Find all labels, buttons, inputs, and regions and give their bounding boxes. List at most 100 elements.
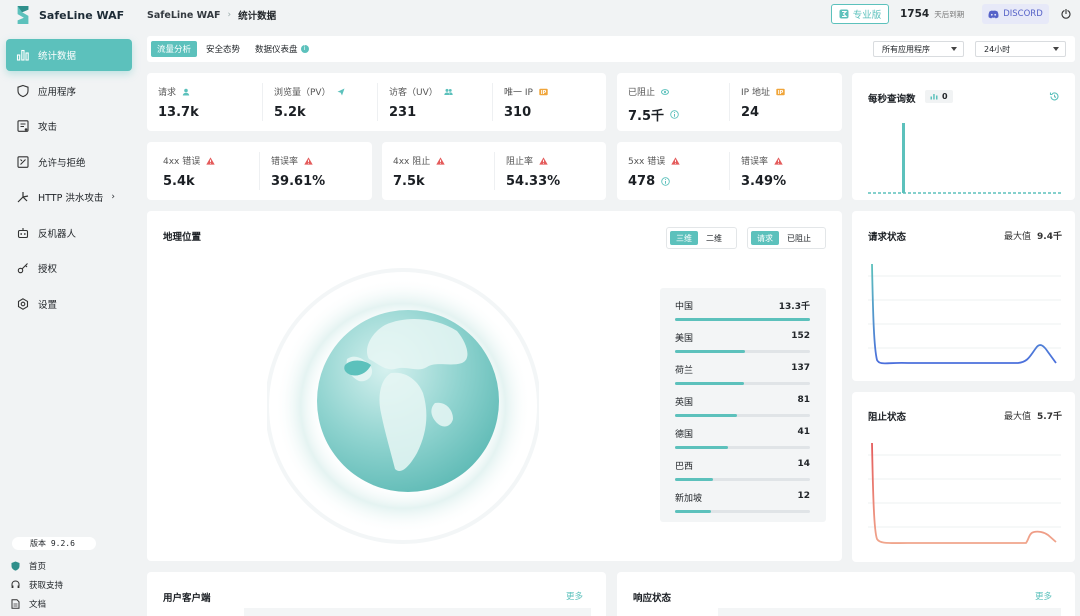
country-bar-fill [675,414,738,417]
tab-security-posture[interactable]: 安全态势 [200,41,246,57]
app-logo[interactable]: SafeLine WAF [14,4,124,26]
divider [377,83,378,121]
sidebar-item-license[interactable]: 授权 [6,252,132,284]
geo-title: 地理位置 [163,232,202,243]
ip-badge-icon: IP [776,88,785,96]
user-clients-card: 用户客户端 更多 [147,572,606,616]
country-name: 英国 [675,398,694,408]
sidebar-item-label: 反机器人 [38,228,77,240]
footer-link-support[interactable]: 获取支持 [11,575,63,594]
license-expiry: 1754 天后到期 [900,8,964,20]
error-5xx-card: 5xx 错误 478 错误率 3.49% [617,142,842,200]
country-name: 美国 [675,334,694,344]
country-bar [675,318,810,321]
svg-text:IP: IP [541,90,547,96]
response-status-more-link[interactable]: 更多 [1035,590,1052,602]
info-icon[interactable] [670,110,679,119]
country-name: 荷兰 [675,366,694,376]
country-value: 41 [797,427,810,437]
country-bar-fill [675,446,728,449]
geo-row-usa[interactable]: 美国 152 [675,331,810,363]
sidebar-item-http-flood[interactable]: HTTP 洪水攻击 › [6,181,132,213]
tab-traffic-analysis[interactable]: 流量分析 [151,41,198,57]
bot-icon [17,227,29,238]
max-label: 最大值 [1004,232,1032,242]
stat-value: 54.33% [506,174,561,189]
pro-edition-button[interactable]: 专业版 [831,4,889,24]
toggle-requests[interactable]: 请求 [751,231,779,245]
geo-row-netherlands[interactable]: 荷兰 137 [675,363,810,395]
stat-value: 5.2k [274,105,306,120]
footer-link-docs[interactable]: 文档 [11,594,63,613]
stat-label: 阻止率 [506,157,534,167]
country-value: 14 [797,459,810,469]
caret-down-icon [951,47,957,51]
qps-title: 每秒查询数 [868,94,916,105]
country-value: 137 [791,363,810,373]
time-range-select[interactable]: 24小时 [975,41,1066,57]
stat-label: 已阻止 [628,88,656,98]
sidebar-nav: 统计数据 应用程序 攻击 允许与拒绝 HTTP 洪水攻击 › 反机器人 授权 设… [6,39,132,323]
logout-icon[interactable] [1060,8,1072,20]
response-status-title: 响应状态 [633,593,672,604]
discord-icon [988,10,999,18]
sidebar-item-statistics[interactable]: 统计数据 [6,39,132,71]
warning-icon [206,156,215,165]
attack-log-icon [17,120,29,132]
caret-down-icon [1053,47,1059,51]
key-icon [17,263,28,274]
country-name: 德国 [675,430,694,440]
gear-icon [17,297,29,310]
footer-links: 首页 获取支持 文档 [11,556,63,613]
traffic-summary-card: 请求 13.7k 浏览量（PV） 5.2k 访客（UV） 231 唯一 IP I… [147,73,606,131]
user-clients-more-link[interactable]: 更多 [566,590,583,602]
country-value: 81 [797,395,810,405]
stat-value: 3.49% [741,174,787,189]
flood-icon [17,192,29,203]
warning-icon [304,156,313,165]
user-clients-title: 用户客户端 [163,593,211,604]
block-status-title: 阻止状态 [868,412,907,423]
sidebar: SafeLine WAF 统计数据 应用程序 攻击 允许与拒绝 HTTP 洪水攻… [0,0,138,616]
toggle-3d[interactable]: 三维 [670,231,698,245]
info-icon[interactable] [661,177,670,186]
geo-row-singapore[interactable]: 新加坡 12 [675,491,810,523]
divider [262,83,263,121]
geo-row-china[interactable]: 中国 13.3千 [675,299,810,331]
footer-link-home[interactable]: 首页 [11,556,63,575]
app-select-value: 所有应用程序 [882,44,930,54]
tab-data-dashboard[interactable]: 数据仪表盘 i [249,41,315,57]
stat-4xx-error-rate: 错误率 39.61% [271,154,325,189]
geo-view-toggle: 三维 二维 [666,227,737,249]
request-status-chart [868,263,1061,365]
stat-label: 浏览量（PV） [274,88,331,98]
stat-4xx-errors: 4xx 错误 5.4k [163,154,215,189]
geo-row-uk[interactable]: 英国 81 [675,395,810,427]
page-title: 统计数据 [238,11,277,22]
warning-icon [436,156,445,165]
geo-row-brazil[interactable]: 巴西 14 [675,459,810,491]
sidebar-item-allow-deny[interactable]: 允许与拒绝 [6,146,132,178]
warning-icon [774,156,783,165]
discord-button[interactable]: DISCORD [982,4,1049,24]
days-left-suffix: 天后到期 [934,10,965,19]
toggle-blocked[interactable]: 已阻止 [781,231,817,245]
geo-row-germany[interactable]: 德国 41 [675,427,810,459]
stat-label: 访客（UV） [389,88,438,98]
sidebar-item-anti-bot[interactable]: 反机器人 [6,217,132,249]
sidebar-item-settings[interactable]: 设置 [6,288,132,320]
warning-icon [539,156,548,165]
stat-value: 13.7k [158,105,199,120]
sidebar-item-attacks[interactable]: 攻击 [6,110,132,142]
app-select[interactable]: 所有应用程序 [873,41,964,57]
toggle-2d[interactable]: 二维 [700,231,728,245]
history-icon[interactable] [1049,91,1060,102]
days-left-value: 1754 [900,8,930,20]
sidebar-item-applications[interactable]: 应用程序 [6,75,132,107]
stat-visitors: 访客（UV） 231 [389,85,453,120]
stat-label: 5xx 错误 [628,157,666,167]
breadcrumb-root[interactable]: SafeLine WAF [147,10,221,21]
globe-3d[interactable] [267,263,539,549]
safeline-logo-icon [17,6,29,24]
stat-blocked: 已阻止 7.5千 [628,85,679,124]
